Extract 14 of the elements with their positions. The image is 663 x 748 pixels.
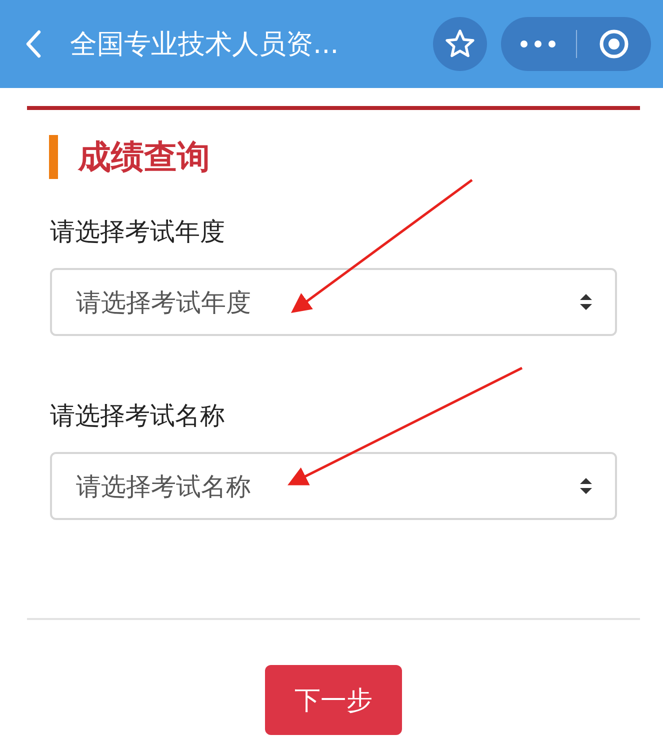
sort-icon <box>579 293 593 311</box>
select-field[interactable]: 请选择考试名称 <box>50 452 617 520</box>
section-title: 成绩查询 <box>78 136 210 178</box>
sort-icon <box>579 477 593 495</box>
field-label: 请选择考试年度 <box>50 216 226 248</box>
more-icon <box>520 40 556 48</box>
next-button[interactable]: 下一步 <box>265 665 402 735</box>
star-icon <box>445 29 475 59</box>
accent-bar <box>49 135 58 179</box>
select-field[interactable]: 请选择考试年度 <box>50 268 617 336</box>
target-icon <box>598 29 629 59</box>
field-label: 请选择考试名称 <box>50 400 226 432</box>
back-icon <box>25 30 43 58</box>
page-title: 全国专业技术人员资... <box>70 28 340 62</box>
